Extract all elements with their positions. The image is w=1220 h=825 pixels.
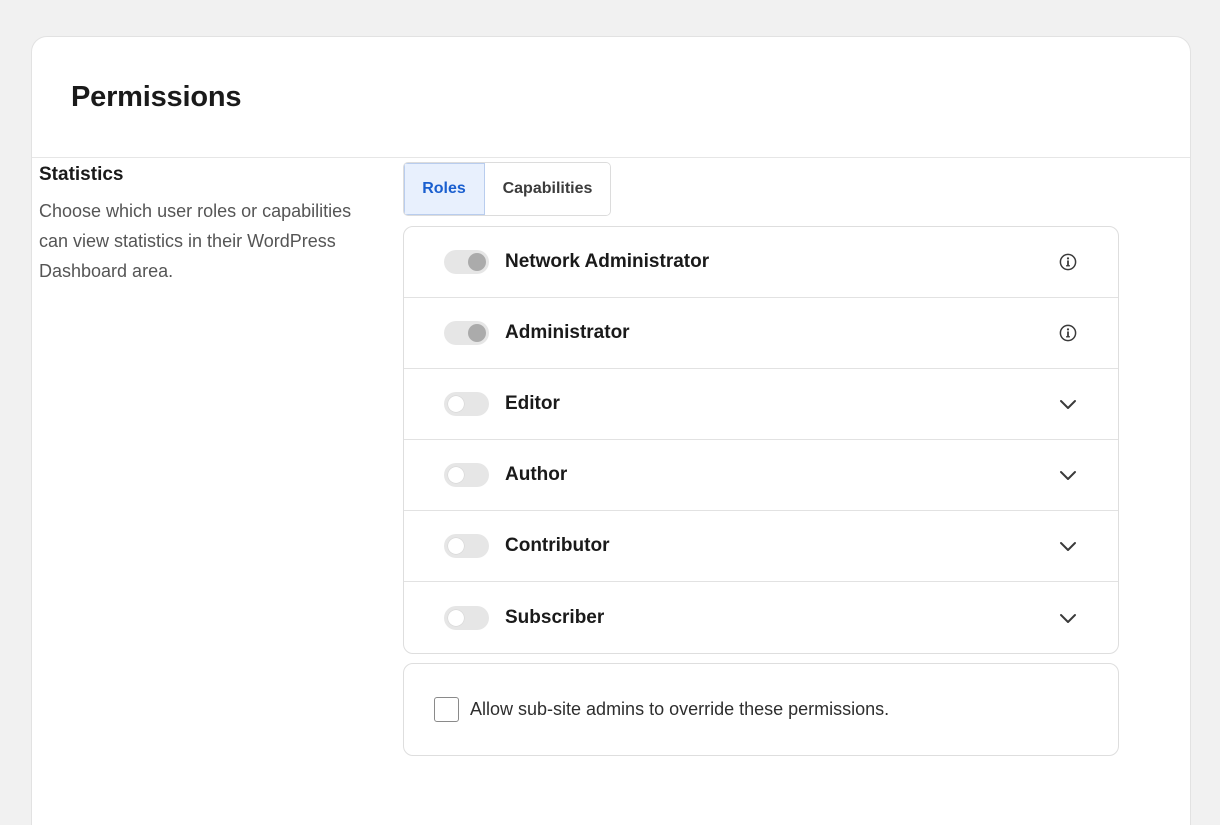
role-row-author: Author <box>404 440 1118 511</box>
info-icon[interactable] <box>1058 252 1078 272</box>
tab-bar: Roles Capabilities <box>403 162 611 216</box>
chevron-down-icon[interactable] <box>1058 394 1078 414</box>
role-label: Network Administrator <box>505 251 710 272</box>
section-description: Choose which user roles or capabilities … <box>39 201 352 281</box>
role-label: Author <box>505 464 568 485</box>
card-header: Permissions <box>32 37 1190 158</box>
role-label: Subscriber <box>505 606 605 628</box>
toggle-knob <box>448 467 464 483</box>
role-label: Editor <box>505 393 560 414</box>
role-row-administrator: Administrator <box>404 298 1118 369</box>
roles-list: Network Administrator Administrator Edit… <box>403 226 1119 654</box>
tab-roles[interactable]: Roles <box>404 163 485 215</box>
toggle-contributor[interactable] <box>444 534 489 558</box>
override-permissions-box: Allow sub-site admins to override these … <box>403 663 1119 756</box>
toggle-author[interactable] <box>444 463 489 487</box>
page-title: Permissions <box>71 80 242 113</box>
tab-capabilities[interactable]: Capabilities <box>485 163 610 215</box>
role-row-editor: Editor <box>404 369 1118 440</box>
chevron-down-icon[interactable] <box>1058 608 1078 628</box>
toggle-knob <box>448 538 464 554</box>
chevron-down-icon[interactable] <box>1058 465 1078 485</box>
toggle-subscriber[interactable] <box>444 605 489 630</box>
info-icon[interactable] <box>1058 323 1078 343</box>
toggle-administrator[interactable] <box>444 321 489 345</box>
role-label: Contributor <box>505 535 610 556</box>
override-label[interactable]: Allow sub-site admins to override these … <box>470 699 889 720</box>
role-row-contributor: Contributor <box>404 511 1118 582</box>
toggle-editor[interactable] <box>444 392 489 416</box>
toggle-knob <box>468 253 486 271</box>
toggle-knob <box>468 324 486 342</box>
section-title: Statistics <box>39 164 124 185</box>
override-checkbox[interactable] <box>434 697 459 722</box>
toggle-knob <box>448 609 464 626</box>
role-label: Administrator <box>505 322 630 343</box>
chevron-down-icon[interactable] <box>1058 536 1078 556</box>
toggle-network-administrator[interactable] <box>444 250 489 274</box>
role-row-subscriber: Subscriber <box>404 582 1118 653</box>
role-row-network-administrator: Network Administrator <box>404 227 1118 298</box>
toggle-knob <box>448 396 464 412</box>
